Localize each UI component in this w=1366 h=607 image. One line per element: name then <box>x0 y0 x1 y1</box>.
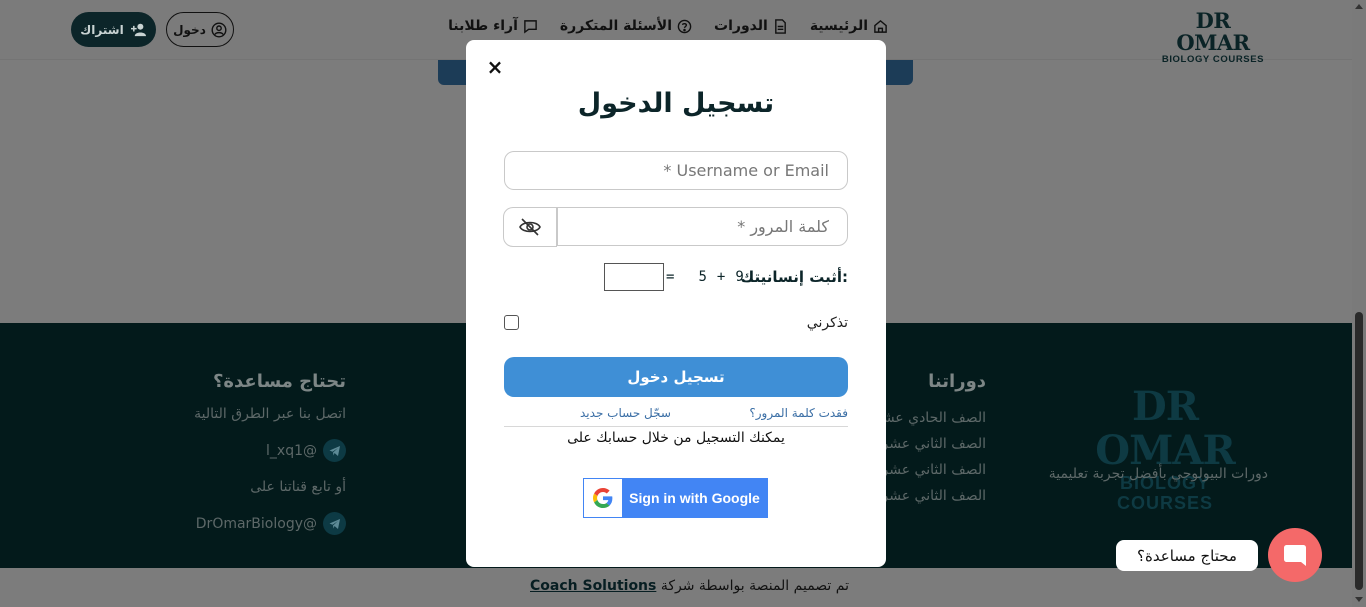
username-input[interactable] <box>504 151 848 190</box>
eye-slash-icon <box>519 218 541 236</box>
chat-icon <box>524 19 537 34</box>
credit-link[interactable]: Coach Solutions <box>530 578 656 594</box>
scroll-thumb[interactable] <box>1355 312 1363 590</box>
remember-me-checkbox[interactable] <box>504 315 519 330</box>
bottom-bar: تم تصميم المنصة بواسطة شركة Coach Soluti… <box>0 568 1352 607</box>
telegram-icon <box>323 439 346 463</box>
google-signin-button[interactable]: Sign in with Google <box>583 478 768 518</box>
footer-courses-heading: دوراتنا <box>928 371 986 392</box>
captcha-label: أثبت إنسانيتك: <box>740 268 848 286</box>
footer-telegram-user[interactable]: l_xq1@ <box>194 433 346 470</box>
google-logo-icon <box>584 479 622 517</box>
user-circle-icon <box>211 21 227 38</box>
add-user-icon <box>130 23 146 37</box>
footer-help: اتصل بنا عبر الطرق التالية l_xq1@ أو تاب… <box>194 396 346 542</box>
footer-help-intro: اتصل بنا عبر الطرق التالية <box>194 406 346 422</box>
remember-me-label: تذكرني <box>806 315 848 331</box>
captcha-equation: = 5 + 9 <box>666 269 744 285</box>
nav-item-testimonials[interactable]: آراء طلابنا <box>448 18 538 34</box>
nav-item-faq[interactable]: الأسئلة المتكررة <box>560 18 692 34</box>
footer-logo: DR OMAR BIOLOGY COURSES <box>1095 383 1235 514</box>
forgot-password-link[interactable]: فقدت كلمة المرور؟ <box>749 406 848 420</box>
toggle-password-button[interactable] <box>503 207 557 247</box>
social-login-text: يمكنك التسجيل من خلال حسابك على <box>567 430 785 446</box>
help-bubble[interactable]: محتاج مساعدة؟ <box>1116 540 1258 571</box>
nav-links: الرئيسية الدورات الأسئلة المتكررة آراء ط… <box>448 18 888 34</box>
footer-follow-text: أو تابع قناتنا على <box>250 479 346 495</box>
scroll-up-arrow-icon[interactable] <box>1355 4 1363 9</box>
scrollbar[interactable] <box>1352 0 1366 607</box>
footer-course-link[interactable]: الصف الثاني عشر <box>875 483 986 509</box>
google-signin-label: Sign in with Google <box>629 490 760 506</box>
footer-telegram-channel[interactable]: DrOmarBiology@ <box>194 506 346 543</box>
close-icon[interactable]: × <box>484 55 506 79</box>
signup-button[interactable]: اشتراك <box>71 12 156 47</box>
chat-bubble-icon <box>1284 545 1306 566</box>
home-icon <box>874 19 887 33</box>
login-submit-button[interactable]: تسجيل دخول <box>504 357 848 397</box>
register-link[interactable]: سجّل حساب جديد <box>580 406 671 420</box>
password-input[interactable] <box>557 207 848 246</box>
login-modal: × تسجيل الدخول أثبت إنسانيتك: = 5 + 9 تذ… <box>466 40 886 567</box>
divider <box>504 426 848 427</box>
modal-title: تسجيل الدخول <box>577 88 775 119</box>
footer-course-link[interactable]: الصف الثاني عشر <box>875 431 986 457</box>
nav-item-courses[interactable]: الدورات <box>714 18 788 34</box>
nav-item-home[interactable]: الرئيسية <box>810 18 888 34</box>
telegram-icon <box>323 512 346 536</box>
footer-course-link[interactable]: الصف الحادي عشر <box>875 405 986 431</box>
footer-course-link[interactable]: الصف الثاني عشر <box>875 457 986 483</box>
footer-courses-list: الصف الحادي عشر الصف الثاني عشر الصف الث… <box>875 405 986 509</box>
credit-text: تم تصميم المنصة بواسطة شركة Coach Soluti… <box>530 578 849 594</box>
login-button[interactable]: دخول <box>166 12 234 47</box>
question-circle-icon <box>677 19 692 33</box>
footer-tagline: دورات البيولوجي بأفضل تجربة تعليمية <box>1048 466 1268 482</box>
captcha-answer-input[interactable] <box>604 263 664 291</box>
site-logo[interactable]: DR OMAR BIOLOGY COURSES <box>1158 10 1268 66</box>
document-icon <box>774 18 786 34</box>
help-chat-button[interactable] <box>1268 528 1322 582</box>
scroll-down-arrow-icon[interactable] <box>1355 597 1363 602</box>
footer-help-heading: تحتاج مساعدة؟ <box>212 371 346 392</box>
